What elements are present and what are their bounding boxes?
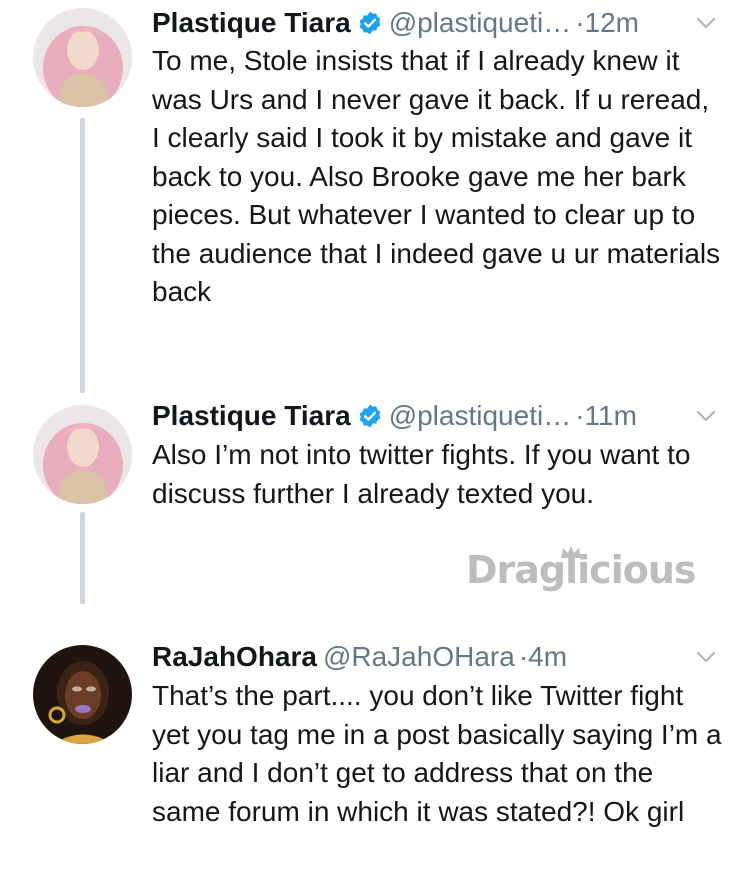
avatar[interactable] <box>33 405 132 504</box>
chevron-down-icon[interactable] <box>692 9 720 37</box>
crown-icon <box>561 546 581 558</box>
avatar[interactable] <box>33 645 132 744</box>
display-name[interactable]: Plastique Tiara <box>152 400 351 431</box>
timestamp[interactable]: 11m <box>585 400 637 431</box>
handle[interactable]: @plastiqueti… <box>389 400 572 431</box>
tweet-header: Plastique Tiara @plastiqueti… ·11m <box>152 396 720 436</box>
tweet-text: To me, Stole insists that if I already k… <box>152 45 721 307</box>
chevron-down-icon[interactable] <box>692 402 720 430</box>
tweet-text: Also I’m not into twitter fights. If you… <box>152 439 691 509</box>
tweet-header: RaJahOhara @RaJahOHara ·4m <box>152 637 720 677</box>
display-name[interactable]: Plastique Tiara <box>152 7 351 38</box>
thread-line <box>80 512 85 604</box>
display-name[interactable]: RaJahOhara <box>152 641 317 672</box>
tweet-text: That’s the part.... you don’t like Twitt… <box>152 680 722 827</box>
handle[interactable]: @RaJahOHara <box>323 641 515 672</box>
thread-line <box>80 118 85 393</box>
timestamp[interactable]: 12m <box>585 7 639 38</box>
timestamp[interactable]: 4m <box>528 641 567 672</box>
verified-badge-icon <box>359 11 380 35</box>
chevron-down-icon[interactable] <box>692 643 720 671</box>
avatar[interactable] <box>33 8 132 107</box>
handle[interactable]: @plastiqueti… <box>389 7 572 38</box>
separator-dot: · <box>575 400 585 431</box>
tweet-header: Plastique Tiara @plastiqueti… ·12m <box>152 3 720 43</box>
verified-badge-icon <box>359 404 380 428</box>
separator-dot: · <box>575 7 585 38</box>
separator-dot: · <box>518 641 529 672</box>
